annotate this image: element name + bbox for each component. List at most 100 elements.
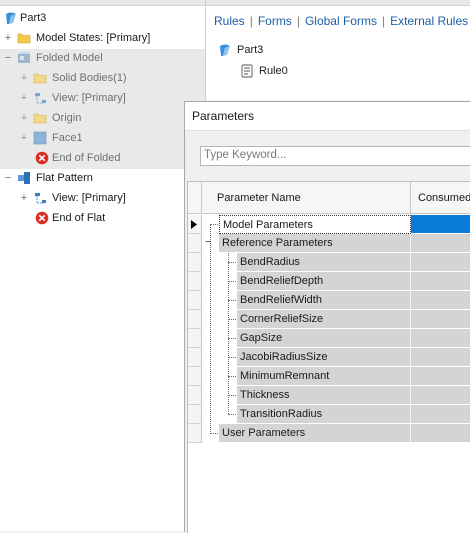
part-icon — [6, 12, 16, 24]
collapse-icon[interactable]: − — [3, 48, 13, 68]
row-header[interactable] — [188, 310, 202, 329]
browser-node-end-of-folded[interactable]: End of Folded — [0, 148, 200, 168]
rule-tabs: Rules | Forms | Global Forms | External Rules — [214, 14, 468, 28]
tree-connector — [228, 300, 236, 301]
row-header[interactable] — [188, 348, 202, 367]
browser-node-label: Part3 — [20, 12, 47, 24]
tree-connector — [228, 262, 236, 263]
rule-tree-rule-label: Rule0 — [259, 65, 288, 77]
end-of-part-icon — [35, 211, 49, 225]
browser-node-part[interactable]: Part3 — [0, 8, 200, 28]
parameter-group-reference[interactable]: Reference Parameters — [219, 234, 411, 253]
expand-icon[interactable]: + — [19, 188, 29, 208]
parameter-row[interactable]: MinimumRemnant — [237, 367, 411, 386]
consumed-by-cell[interactable] — [411, 291, 470, 310]
parameter-row[interactable]: BendReliefWidth — [237, 291, 411, 310]
row-header-current[interactable] — [188, 215, 202, 234]
tree-connector — [228, 338, 236, 339]
consumed-by-cell[interactable] — [411, 272, 470, 291]
consumed-by-cell[interactable] — [411, 386, 470, 405]
browser-node-face[interactable]: + Face1 — [0, 128, 200, 148]
row-header[interactable] — [188, 386, 202, 405]
row-header[interactable] — [188, 405, 202, 424]
tree-connector — [228, 414, 236, 415]
parameter-group-model[interactable]: Model Parameters — [219, 215, 411, 234]
consumed-by-cell[interactable] — [411, 329, 470, 348]
expand-icon[interactable]: + — [3, 28, 13, 48]
face-icon — [33, 131, 47, 145]
search-input[interactable]: Type Keyword... — [200, 146, 470, 166]
tab-global-forms[interactable]: Global Forms — [305, 14, 377, 28]
browser-node-label: View: [Primary] — [52, 92, 126, 104]
dialog-titlebar[interactable]: Parameters — [185, 102, 470, 131]
row-header[interactable] — [188, 424, 202, 443]
browser-node-label: Solid Bodies(1) — [52, 72, 127, 84]
browser-node-origin[interactable]: + Origin — [0, 108, 200, 128]
tree-connector — [228, 395, 236, 396]
consumed-by-cell[interactable] — [411, 424, 470, 443]
parameters-grid: Parameter Name Consumed b − Model — [187, 181, 470, 533]
parameter-row[interactable]: GapSize — [237, 329, 411, 348]
tree-connector — [228, 357, 236, 358]
collapse-icon[interactable]: − — [205, 235, 211, 249]
browser-node-solid-bodies[interactable]: + Solid Bodies(1) — [0, 68, 200, 88]
end-of-part-icon — [35, 151, 49, 165]
expand-icon[interactable]: + — [19, 88, 29, 108]
consumed-by-cell[interactable] — [411, 348, 470, 367]
consumed-by-cell[interactable] — [411, 405, 470, 424]
parameter-row[interactable]: CornerReliefSize — [237, 310, 411, 329]
tab-external-rules[interactable]: External Rules — [390, 14, 468, 28]
tree-connector — [228, 376, 236, 377]
parameter-row[interactable]: BendRadius — [237, 253, 411, 272]
browser-node-folded-model[interactable]: − Folded Model — [0, 48, 200, 68]
row-header[interactable] — [188, 234, 202, 253]
flat-pattern-icon — [18, 172, 30, 184]
parameter-row[interactable]: Thickness — [237, 386, 411, 405]
expand-icon[interactable]: + — [19, 128, 29, 148]
parameter-row[interactable]: JacobiRadiusSize — [237, 348, 411, 367]
browser-node-view[interactable]: + View: [Primary] — [0, 88, 200, 108]
row-header[interactable] — [188, 272, 202, 291]
folder-icon — [33, 73, 47, 84]
browser-node-label: Model States: [Primary] — [36, 32, 151, 44]
expand-icon[interactable]: + — [19, 68, 29, 88]
expand-icon[interactable]: + — [19, 108, 29, 128]
column-header-parameter-name[interactable]: Parameter Name — [202, 182, 411, 214]
tab-forms[interactable]: Forms — [258, 14, 292, 28]
browser-node-label: Folded Model — [36, 52, 103, 64]
parameter-row[interactable]: TransitionRadius — [237, 405, 411, 424]
consumed-by-cell-selected[interactable] — [411, 215, 470, 234]
browser-node-flat-pattern[interactable]: − Flat Pattern — [0, 168, 200, 188]
browser-node-label: Origin — [52, 112, 82, 124]
tab-separator: | — [249, 14, 253, 28]
browser-node-end-of-flat[interactable]: End of Flat — [0, 208, 200, 228]
tree-connector — [228, 252, 229, 414]
row-header[interactable] — [188, 253, 202, 272]
row-header-corner — [188, 182, 202, 214]
consumed-by-cell[interactable] — [411, 310, 470, 329]
rule-panel-toolbar-strip — [206, 0, 470, 6]
tab-rules[interactable]: Rules — [214, 14, 245, 28]
browser-node-view[interactable]: + View: [Primary] — [0, 188, 200, 208]
part-icon — [220, 44, 230, 56]
dialog-title: Parameters — [192, 109, 255, 123]
collapse-icon[interactable]: − — [3, 168, 13, 188]
consumed-by-cell[interactable] — [411, 367, 470, 386]
browser-node-label: Flat Pattern — [36, 172, 93, 184]
consumed-by-cell[interactable] — [411, 253, 470, 272]
rule-tree-rule[interactable]: Rule0 — [238, 61, 358, 81]
browser-node-label: Face1 — [52, 132, 83, 144]
browser-node-label: End of Flat — [52, 212, 106, 224]
row-header[interactable] — [188, 367, 202, 386]
row-header[interactable] — [188, 329, 202, 348]
column-header-consumed-by[interactable]: Consumed b — [411, 182, 470, 214]
view-icon — [35, 93, 46, 104]
browser-node-model-states[interactable]: + Model States: [Primary] — [0, 28, 200, 48]
parameter-group-user[interactable]: User Parameters — [219, 424, 411, 443]
rule-tree-part[interactable]: Part3 — [216, 40, 366, 60]
parameter-row[interactable]: BendReliefDepth — [237, 272, 411, 291]
folder-icon — [33, 113, 47, 124]
model-browser: Part3 + Model States: [Primary] − Folded… — [0, 0, 206, 531]
consumed-by-cell[interactable] — [411, 234, 470, 253]
row-header[interactable] — [188, 291, 202, 310]
